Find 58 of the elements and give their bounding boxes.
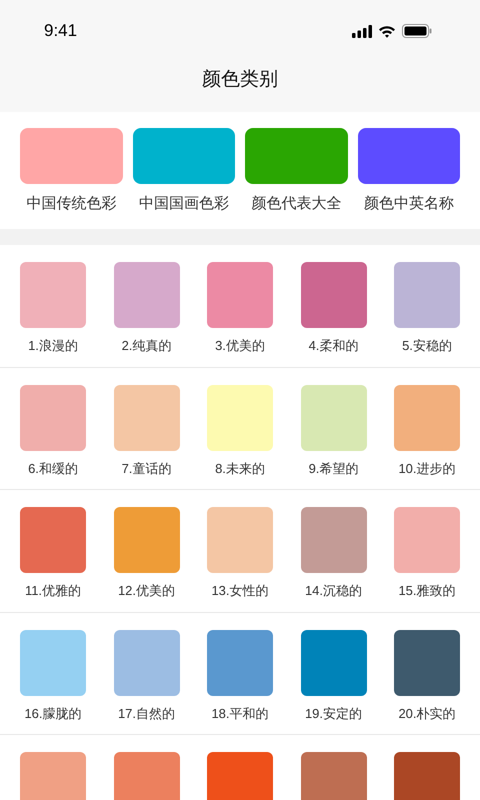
color-swatch[interactable]: [20, 630, 86, 696]
signal-icon: [352, 24, 372, 38]
color-label: 10.进步的: [398, 460, 456, 478]
color-swatch[interactable]: [300, 752, 366, 800]
color-swatch[interactable]: [207, 630, 273, 696]
color-swatch[interactable]: [114, 507, 180, 573]
category-label[interactable]: 中国传统色彩: [26, 194, 116, 213]
color-swatch[interactable]: [207, 507, 273, 573]
color-label: 18.平和的: [211, 704, 269, 722]
color-label: 8.未来的: [215, 460, 265, 478]
color-swatch[interactable]: [394, 507, 460, 573]
category-tile[interactable]: [245, 128, 348, 184]
color-swatch[interactable]: [300, 630, 366, 696]
color-swatch[interactable]: [114, 384, 180, 450]
category-label[interactable]: 颜色中英名称: [364, 194, 454, 213]
status-time: 9:41: [44, 21, 78, 41]
color-label: 15.雅致的: [398, 582, 456, 600]
color-label: 14.沉稳的: [304, 582, 362, 600]
color-swatch[interactable]: [394, 630, 460, 696]
color-swatch[interactable]: [20, 507, 86, 573]
color-label: 2.纯真的: [122, 337, 172, 355]
color-swatch[interactable]: [394, 384, 460, 450]
color-swatch[interactable]: [20, 752, 86, 800]
category-tile[interactable]: [20, 128, 122, 184]
category-tile[interactable]: [132, 128, 235, 184]
color-label: 3.优美的: [215, 337, 265, 355]
color-label: 9.希望的: [308, 460, 358, 478]
color-swatch[interactable]: [114, 262, 180, 328]
page-title: 颜色类别: [201, 68, 279, 92]
color-swatch[interactable]: [207, 752, 273, 800]
color-label: 13.女性的: [211, 582, 269, 600]
color-swatch[interactable]: [20, 262, 86, 328]
color-label: 20.朴实的: [398, 704, 456, 722]
color-label: 17.自然的: [118, 704, 176, 722]
color-swatch[interactable]: [300, 384, 366, 450]
color-label: 7.童话的: [122, 460, 172, 478]
color-swatch[interactable]: [207, 384, 273, 450]
color-swatch[interactable]: [394, 752, 460, 800]
battery-icon: [402, 24, 432, 38]
color-swatch[interactable]: [207, 262, 273, 328]
color-label: 4.柔和的: [308, 337, 358, 355]
color-swatch[interactable]: [300, 262, 366, 328]
category-label[interactable]: 中国国画色彩: [138, 194, 229, 213]
wifi-icon: [378, 24, 396, 38]
color-swatch[interactable]: [300, 507, 366, 573]
color-swatch[interactable]: [394, 262, 460, 328]
color-label: 16.朦胧的: [24, 704, 82, 722]
color-label: 1.浪漫的: [28, 337, 78, 355]
color-label: 6.和缓的: [28, 460, 78, 478]
color-swatch[interactable]: [114, 752, 180, 800]
color-swatch[interactable]: [20, 384, 86, 450]
color-label: 11.优雅的: [24, 582, 82, 600]
color-label: 19.安定的: [304, 704, 362, 722]
category-label[interactable]: 颜色代表大全: [251, 194, 342, 213]
color-label: 5.安稳的: [402, 337, 452, 355]
category-tile[interactable]: [358, 128, 460, 184]
color-label: 12.优美的: [118, 582, 176, 600]
color-swatch[interactable]: [114, 630, 180, 696]
